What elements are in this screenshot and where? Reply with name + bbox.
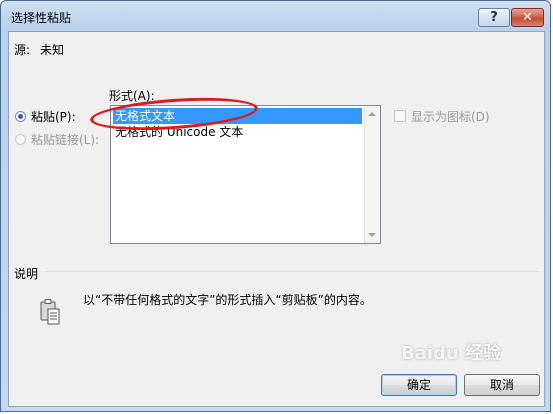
display-as-icon-checkbox[interactable] [394, 110, 406, 122]
description-text: 以“不带任何格式的文字”的形式插入“剪贴板”的内容。 [83, 293, 372, 307]
description-divider [45, 271, 539, 272]
listbox-scrollbar[interactable] [364, 106, 380, 243]
paste-link-radio[interactable] [15, 134, 26, 145]
scroll-down-icon[interactable] [368, 233, 376, 237]
title-bar[interactable]: 选择性粘贴 ? ✕ [1, 1, 550, 31]
scroll-up-icon[interactable] [368, 112, 376, 116]
paste-radio-label[interactable]: 粘贴(P): [31, 108, 76, 125]
help-button[interactable]: ? [478, 8, 510, 27]
close-button[interactable]: ✕ [511, 8, 544, 27]
source-label: 源: [14, 43, 31, 57]
paste-special-dialog: 选择性粘贴 ? ✕ 源: 未知 形式(A): 粘贴(P): 粘贴链接(L): 无… [0, 0, 551, 412]
cancel-button[interactable]: 取消 [464, 374, 540, 396]
baidu-watermark: Baidu 经验 [401, 343, 502, 364]
display-as-icon-label[interactable]: 显示为图标(D) [411, 108, 490, 125]
paste-radio[interactable] [15, 111, 26, 122]
paste-link-radio-label[interactable]: 粘贴链接(L): [31, 131, 99, 148]
window-title: 选择性粘贴 [11, 11, 72, 25]
ok-button[interactable]: 确定 [381, 374, 457, 396]
clipboard-icon [39, 298, 61, 326]
source-value: 未知 [40, 43, 65, 57]
description-label: 说明 [14, 267, 39, 281]
